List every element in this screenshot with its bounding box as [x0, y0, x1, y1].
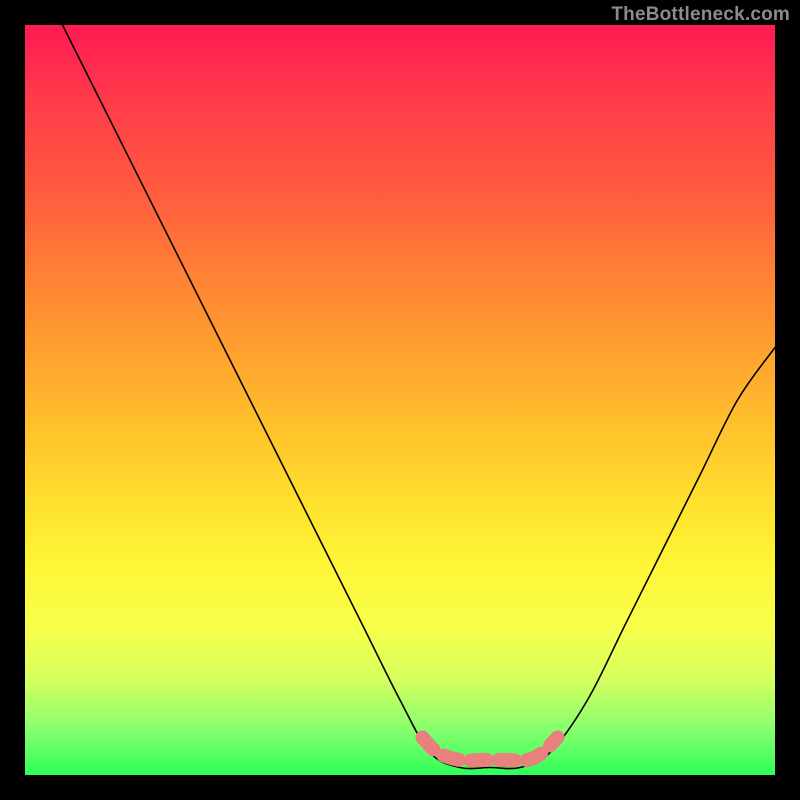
plot-overlay — [25, 25, 775, 775]
watermark-text: TheBottleneck.com — [611, 4, 790, 26]
optimal-band-path — [423, 738, 558, 761]
bottleneck-curve-path — [63, 25, 776, 769]
chart-frame: TheBottleneck.com — [0, 0, 800, 800]
